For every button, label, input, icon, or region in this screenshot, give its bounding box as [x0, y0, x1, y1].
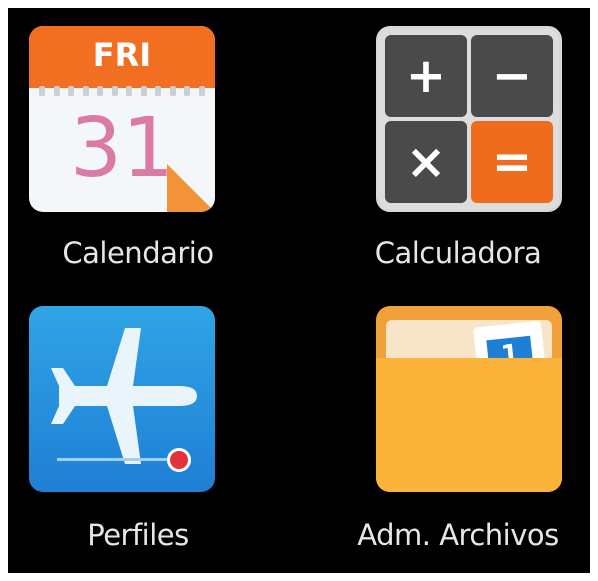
app-label-calendario[interactable]: Calendario: [8, 236, 268, 270]
app-label-adm-archivos[interactable]: Adm. Archivos: [328, 518, 588, 552]
calculator-multiply-key: ×: [385, 121, 467, 203]
airplane-icon[interactable]: [29, 306, 215, 492]
app-calculadora[interactable]: + − × = Calculadora: [308, 26, 568, 296]
app-perfiles[interactable]: Perfiles: [8, 306, 268, 573]
calendar-icon[interactable]: FRI 31: [29, 26, 215, 212]
folder-front: [376, 358, 562, 492]
calendar-day-name: FRI: [29, 26, 215, 88]
home-screen: FRI 31 Calendario + − × = Calculadora Pe…: [8, 8, 590, 573]
route-line: [57, 458, 175, 461]
location-dot-icon: [167, 448, 191, 472]
calculator-equals-key: =: [471, 121, 553, 203]
app-calendario[interactable]: FRI 31 Calendario: [8, 26, 268, 296]
calendar-rings: [39, 86, 205, 98]
calculator-plus-key: +: [385, 35, 467, 117]
app-adm-archivos[interactable]: 1 Adm. Archivos: [308, 306, 568, 573]
calculator-minus-key: −: [471, 35, 553, 117]
calendar-page-fold: [167, 164, 215, 212]
app-label-calculadora[interactable]: Calculadora: [328, 236, 588, 270]
calculator-icon[interactable]: + − × =: [376, 26, 562, 212]
app-label-perfiles[interactable]: Perfiles: [8, 518, 268, 552]
folder-icon[interactable]: 1: [376, 306, 562, 492]
